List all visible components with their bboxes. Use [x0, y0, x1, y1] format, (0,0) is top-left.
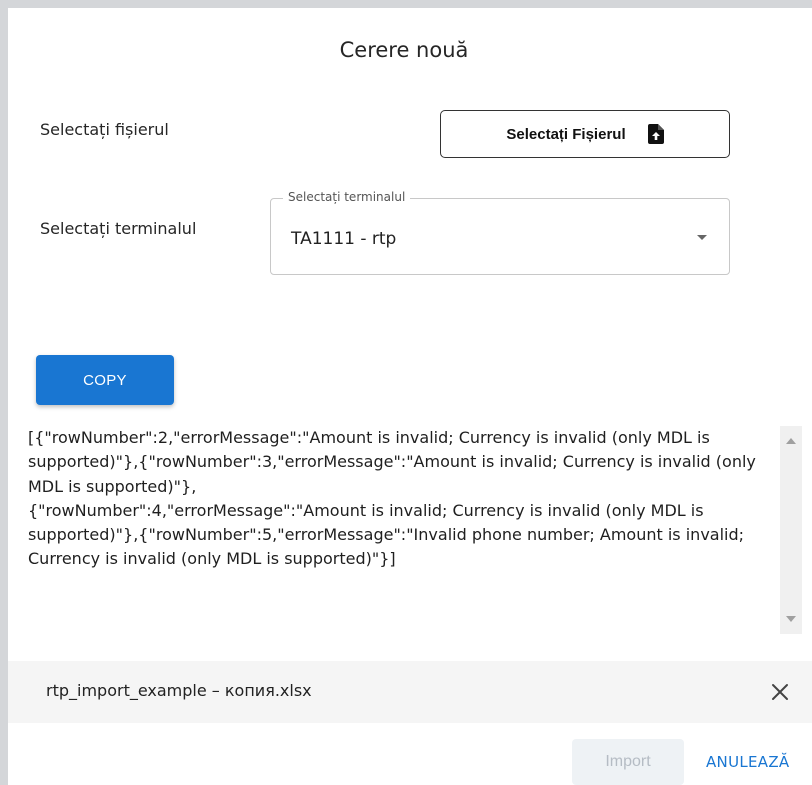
error-messages-scrollbar[interactable]: [780, 426, 802, 634]
scroll-up-arrow-icon[interactable]: [786, 438, 796, 444]
scroll-down-arrow-icon[interactable]: [786, 616, 796, 622]
new-request-dialog: Cerere nouă Selectați fișierul Selectați…: [8, 8, 812, 785]
error-messages-text[interactable]: [{"rowNumber":2,"errorMessage":"Amount i…: [28, 426, 774, 634]
selected-file-bar: rtp_import_example – копия.xlsx: [8, 661, 812, 723]
file-upload-icon: [647, 124, 664, 144]
import-button[interactable]: Import: [572, 739, 684, 785]
file-select-label: Selectați fișierul: [40, 120, 169, 139]
dialog-title: Cerere nouă: [339, 38, 469, 62]
select-file-button-label: Selectați Fișierul: [506, 125, 626, 143]
copy-button[interactable]: COPY: [36, 355, 174, 405]
chevron-down-icon: [697, 235, 707, 240]
close-icon[interactable]: [770, 682, 790, 702]
terminal-select[interactable]: Selectați terminalul TA1111 - rtp: [270, 190, 730, 275]
terminal-select-label: Selectați terminalul: [40, 219, 197, 238]
selected-file-name: rtp_import_example – копия.xlsx: [46, 681, 312, 700]
cancel-button[interactable]: ANULEAZĂ: [706, 739, 790, 785]
select-file-button[interactable]: Selectați Fișierul: [440, 110, 730, 158]
terminal-select-legend: Selectați terminalul: [283, 190, 411, 204]
terminal-select-value: TA1111 - rtp: [291, 229, 397, 249]
